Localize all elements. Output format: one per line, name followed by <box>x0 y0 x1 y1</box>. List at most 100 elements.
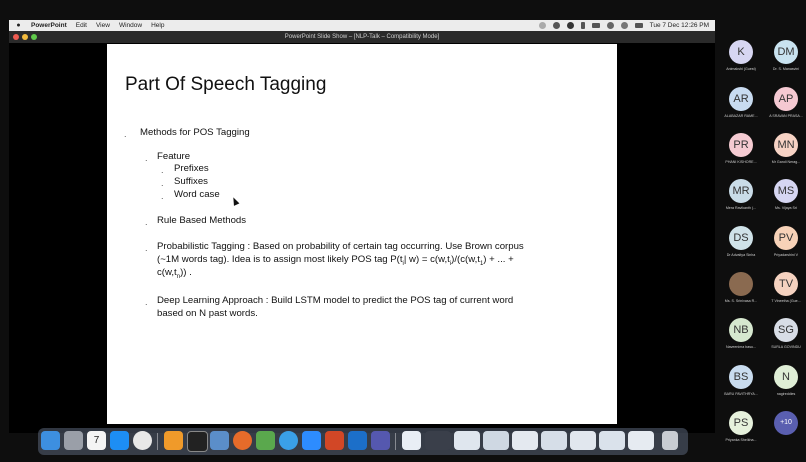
participant-name: A SRAVAN PRASA... <box>769 114 803 118</box>
participant-avatar[interactable] <box>729 272 753 296</box>
participant-avatar[interactable]: MS <box>774 179 798 203</box>
bullet-suffixes: Suffixes <box>174 176 208 187</box>
bullet-probabilistic-line2: (~1M words tag). Idea is to assign most … <box>157 254 514 267</box>
control-center-icon[interactable] <box>634 23 643 28</box>
maximize-window-button[interactable] <box>31 34 37 40</box>
participant-name: Priyanka Shelkha... <box>725 438 757 442</box>
bullet-rule-based: Rule Based Methods <box>157 215 247 226</box>
menu-app-name[interactable]: PowerPoint <box>31 22 67 29</box>
participant-avatar[interactable]: MN <box>774 133 798 157</box>
window-thumbnail-8[interactable] <box>628 431 654 450</box>
launchpad-icon[interactable] <box>64 431 83 450</box>
participant-avatar[interactable]: DS <box>729 226 753 250</box>
participant-name: Mr Gandi Nerag... <box>771 160 801 164</box>
window-thumbnail-2[interactable] <box>454 431 480 450</box>
participant-avatar[interactable]: N <box>774 365 798 389</box>
bullet-prefixes: Prefixes <box>174 163 209 174</box>
bullet-marker: . <box>161 178 164 188</box>
bullet-marker: . <box>145 153 148 163</box>
slide[interactable]: Part Of Speech Tagging . Methods for POS… <box>107 44 617 424</box>
window-thumbnail-5[interactable] <box>541 431 567 450</box>
participant-avatar[interactable]: NB <box>729 318 753 342</box>
participant-name: Dr. S. Manasvini <box>772 67 800 71</box>
participant-avatar[interactable]: PS <box>729 411 753 435</box>
finder-icon[interactable] <box>41 431 60 450</box>
participant-name: BARU PAVITHRYA... <box>724 392 758 396</box>
bullet-feature: Feature <box>157 151 191 162</box>
outlook-icon[interactable] <box>348 431 367 450</box>
bullet-probabilistic-line1: Probabilistic Tagging : Based on probabi… <box>157 241 524 252</box>
menu-help[interactable]: Help <box>151 22 164 29</box>
calendar-icon[interactable]: 7 <box>87 431 106 450</box>
window-thumbnail-4[interactable] <box>512 431 538 450</box>
status-icon-1[interactable] <box>538 22 546 29</box>
dock-separator <box>157 433 158 450</box>
participant-name: Naveenima basu... <box>726 345 756 349</box>
bullet-marker: . <box>145 217 148 227</box>
participant-avatar[interactable]: PV <box>774 226 798 250</box>
powerpoint-icon[interactable] <box>325 431 344 450</box>
participant-avatar[interactable]: BS <box>729 365 753 389</box>
window-thumbnail-7[interactable] <box>599 431 625 450</box>
bullet-methods: Methods for POS Tagging <box>140 127 250 138</box>
bullet-marker: . <box>161 165 164 175</box>
firefox-icon[interactable] <box>233 431 252 450</box>
participant-name: Ms. S. Srinivasa R... <box>724 299 758 303</box>
terminal-icon[interactable] <box>187 431 208 452</box>
participant-avatar[interactable]: AR <box>729 87 753 111</box>
participant-avatar[interactable]: MR <box>729 179 753 203</box>
participant-name: ALABAZAR RAME... <box>724 114 758 118</box>
participant-name: nagireddies <box>776 392 796 396</box>
close-window-button[interactable] <box>13 34 19 40</box>
menu-window[interactable]: Window <box>119 22 142 29</box>
window-titlebar: PowerPoint Slide Show – [NLP-Talk – Comp… <box>9 31 715 43</box>
zoom-icon[interactable] <box>302 431 321 450</box>
app-store-icon[interactable] <box>110 431 129 450</box>
participant-avatar[interactable]: K <box>729 40 753 64</box>
participant-name: T Vineetha (Gue... <box>771 299 801 303</box>
bluetooth-icon[interactable] <box>580 22 585 29</box>
participant-avatar[interactable]: SG <box>774 318 798 342</box>
participant-name: Priyadarshini V <box>773 253 799 257</box>
trash-icon[interactable] <box>662 431 678 450</box>
participant-avatar[interactable]: DM <box>774 40 798 64</box>
apple-icon[interactable]: ● <box>15 22 22 29</box>
participant-avatar[interactable]: +10 <box>774 411 798 435</box>
menubar-status-area: Tue 7 Dec 12:26 PM <box>538 20 709 31</box>
bullet-marker: . <box>161 191 164 201</box>
sublime-icon[interactable] <box>164 431 183 450</box>
minimize-window-button[interactable] <box>22 34 28 40</box>
bullet-probabilistic-line3: c(w,tn)) . <box>157 267 192 280</box>
status-icon-2[interactable] <box>552 22 560 29</box>
wifi-icon[interactable] <box>606 22 614 29</box>
participant-avatar[interactable]: PR <box>729 133 753 157</box>
window-title: PowerPoint Slide Show – [NLP-Talk – Comp… <box>284 34 440 40</box>
anaconda-icon[interactable] <box>256 431 275 450</box>
bullet-deep-learning-line1: Deep Learning Approach : Build LSTM mode… <box>157 295 514 306</box>
window-thumbnail-6[interactable] <box>570 431 596 450</box>
menu-edit[interactable]: Edit <box>76 22 87 29</box>
window-thumbnail-1[interactable] <box>425 431 451 450</box>
safari-icon[interactable] <box>279 431 298 450</box>
menubar-clock[interactable]: Tue 7 Dec 12:26 PM <box>650 22 709 29</box>
teams-icon[interactable] <box>371 431 390 450</box>
bullet-word-case: Word case <box>174 189 220 200</box>
preview-icon[interactable] <box>210 431 229 450</box>
participant-avatar[interactable]: TV <box>774 272 798 296</box>
search-icon[interactable] <box>620 22 628 29</box>
participant-name: SURLA GOVINDU <box>771 345 801 349</box>
document-icon[interactable] <box>402 431 421 450</box>
participant-name: Dr Advaitya Sinha <box>726 253 756 257</box>
status-icon-3[interactable] <box>566 22 574 29</box>
participant-name: Mera Ravikanth (... <box>725 206 757 210</box>
bullet-deep-learning-line2: based on N past words. <box>157 308 258 319</box>
participant-avatar[interactable]: AP <box>774 87 798 111</box>
window-thumbnail-3[interactable] <box>483 431 509 450</box>
menu-view[interactable]: View <box>96 22 110 29</box>
participant-name: Ms. Vijaya Sri <box>775 206 797 210</box>
slide-title: Part Of Speech Tagging <box>125 74 327 95</box>
mac-menubar: ● PowerPoint Edit View Window Help Tue 7… <box>9 20 715 31</box>
battery-icon[interactable] <box>591 23 600 28</box>
chrome-icon[interactable] <box>133 431 152 450</box>
dock: 7 <box>38 428 688 455</box>
